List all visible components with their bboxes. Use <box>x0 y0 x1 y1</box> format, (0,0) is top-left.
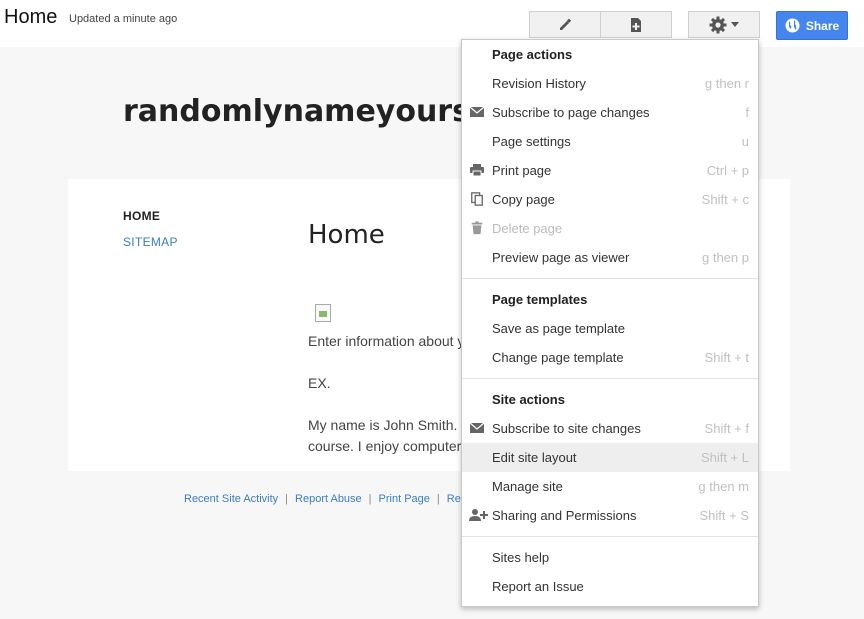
menu-item-label: Sites help <box>492 550 550 565</box>
menu-item-page-settings[interactable]: Page settings u <box>462 127 758 156</box>
menu-heading-site-actions: Site actions <box>492 392 565 407</box>
menu-item-label: Subscribe to site changes <box>492 421 641 436</box>
printer-icon <box>470 164 484 177</box>
new-page-icon <box>631 17 641 32</box>
menu-item-manage-site[interactable]: Manage site g then m <box>462 472 758 501</box>
more-actions-button[interactable] <box>688 11 760 38</box>
envelope-icon <box>469 422 485 433</box>
paragraph-bio-line2: course. I enjoy computers <box>308 438 469 454</box>
page-title: Home <box>308 220 385 250</box>
more-actions-menu: Page actions Revision History g then r S… <box>461 39 759 607</box>
menu-divider <box>462 278 758 279</box>
page-name: Home <box>4 6 58 28</box>
menu-item-shortcut: u <box>741 134 749 149</box>
menu-item-shortcut: f <box>745 105 749 120</box>
menu-item-shortcut: Shift + t <box>704 350 749 365</box>
menu-item-shortcut: Ctrl + p <box>706 163 749 178</box>
menu-item-shortcut: g then m <box>698 479 749 494</box>
menu-heading-page-actions: Page actions <box>492 47 573 62</box>
paragraph-example: EX. <box>308 375 331 391</box>
site-title[interactable]: randomlynameyoursite <box>123 94 515 129</box>
menu-item-delete-page: Delete page <box>462 214 758 243</box>
menu-item-subscribe-site-changes[interactable]: Subscribe to site changes Shift + f <box>462 414 758 443</box>
menu-item-shortcut: Shift + c <box>701 192 749 207</box>
menu-item-copy-page[interactable]: Copy page Shift + c <box>462 185 758 214</box>
menu-item-sharing-permissions[interactable]: Sharing and Permissions Shift + S <box>462 501 758 530</box>
nav-item-sitemap[interactable]: SITEMAP <box>123 235 178 249</box>
menu-item-label: Delete page <box>492 221 563 236</box>
add-person-icon <box>469 509 488 521</box>
updated-status: Updated a minute ago <box>69 13 178 25</box>
nav-item-home[interactable]: HOME <box>123 209 160 223</box>
menu-item-label: Preview page as viewer <box>492 250 630 265</box>
share-button[interactable]: Share <box>776 11 848 40</box>
menu-item-label: Copy page <box>492 192 555 207</box>
menu-item-report-issue[interactable]: Report an Issue <box>462 572 758 601</box>
menu-item-revision-history[interactable]: Revision History g then r <box>462 69 758 98</box>
print-page-link[interactable]: Print Page <box>379 493 430 505</box>
menu-item-edit-site-layout[interactable]: Edit site layout Shift + L <box>462 443 758 472</box>
copy-icon <box>471 192 483 206</box>
broken-image-icon <box>315 304 331 322</box>
menu-item-preview-as-viewer[interactable]: Preview page as viewer g then p <box>462 243 758 272</box>
menu-divider <box>462 536 758 537</box>
report-abuse-link[interactable]: Report Abuse <box>295 493 362 505</box>
menu-item-label: Sharing and Permissions <box>492 508 637 523</box>
menu-item-label: Manage site <box>492 479 563 494</box>
menu-item-shortcut: g then p <box>702 250 749 265</box>
menu-item-label: Subscribe to page changes <box>492 105 650 120</box>
menu-item-shortcut: Shift + L <box>700 450 749 465</box>
menu-item-label: Change page template <box>492 350 624 365</box>
envelope-icon <box>469 106 485 117</box>
menu-item-shortcut: Shift + S <box>699 508 750 523</box>
menu-item-sites-help[interactable]: Sites help <box>462 543 758 572</box>
menu-item-label: Print page <box>492 163 552 178</box>
menu-item-label: Revision History <box>492 76 586 91</box>
menu-item-save-as-template[interactable]: Save as page template <box>462 314 758 343</box>
menu-item-label: Edit site layout <box>492 450 577 465</box>
menu-heading-page-templates: Page templates <box>492 292 588 307</box>
new-page-button[interactable] <box>600 11 672 38</box>
menu-item-label: Save as page template <box>492 321 625 336</box>
chevron-down-icon <box>731 22 739 27</box>
trash-icon <box>471 221 483 235</box>
menu-item-shortcut: Shift + f <box>704 421 749 436</box>
menu-item-print-page[interactable]: Print page Ctrl + p <box>462 156 758 185</box>
menu-item-subscribe-page-changes[interactable]: Subscribe to page changes f <box>462 98 758 127</box>
menu-divider <box>462 378 758 379</box>
menu-item-shortcut: g then r <box>704 76 749 91</box>
recent-activity-link[interactable]: Recent Site Activity <box>184 493 278 505</box>
menu-item-change-template[interactable]: Change page template Shift + t <box>462 343 758 372</box>
menu-item-label: Report an Issue <box>492 579 584 594</box>
pencil-icon <box>560 18 572 30</box>
edit-page-button[interactable] <box>529 11 601 38</box>
menu-item-label: Page settings <box>492 134 571 149</box>
globe-icon <box>785 18 800 33</box>
share-label: Share <box>805 18 840 33</box>
gear-icon <box>709 16 727 33</box>
